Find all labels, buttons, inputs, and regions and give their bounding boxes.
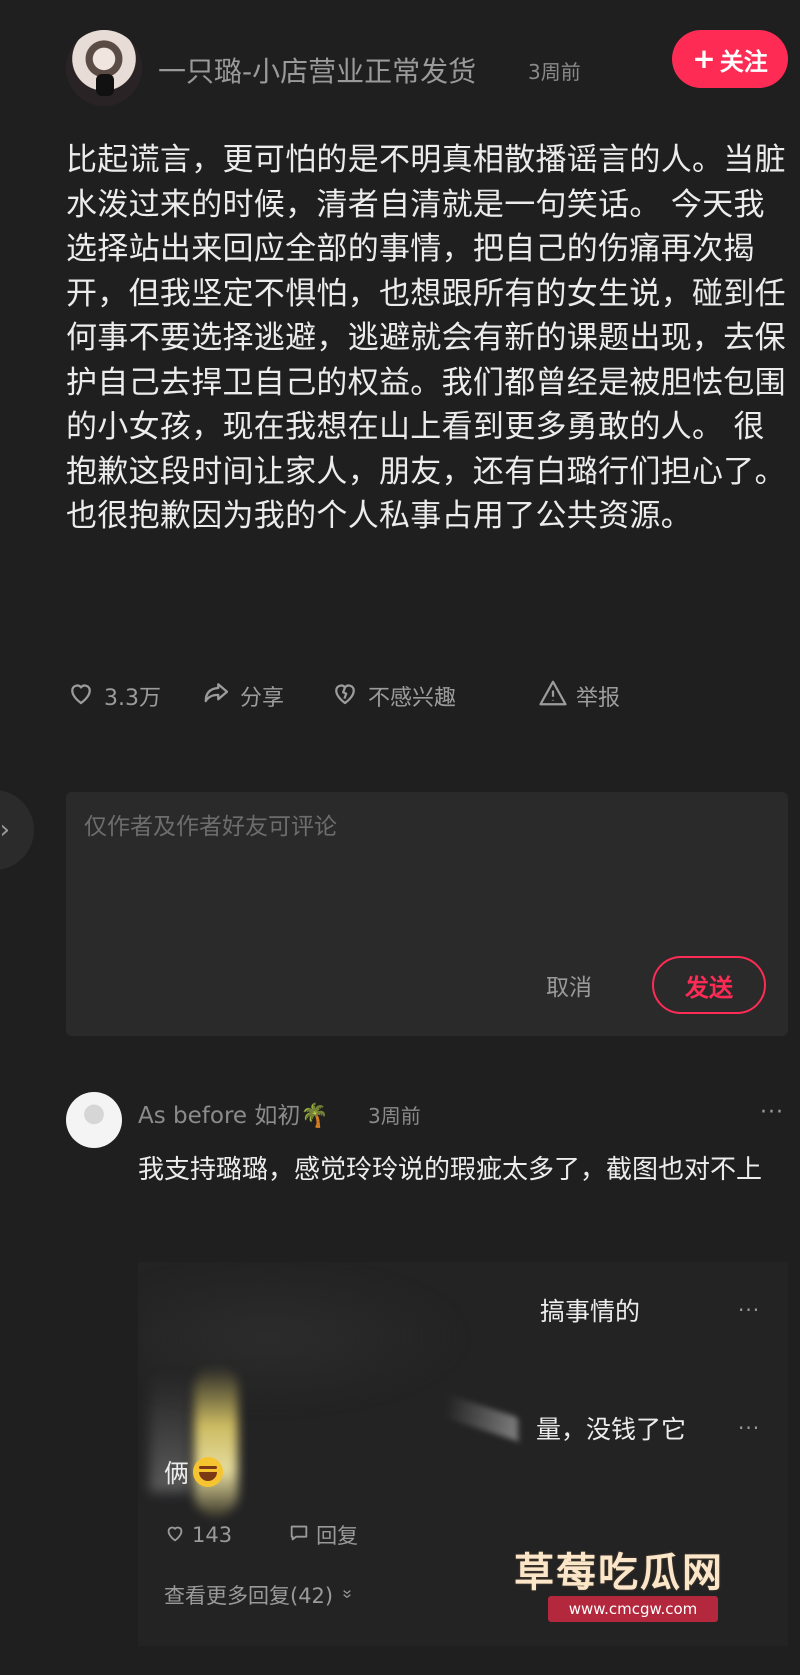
- more-replies-text: 查看更多回复(42): [164, 1584, 334, 1608]
- comment-bubble-icon: [288, 1522, 310, 1549]
- image-text-line: 搞事情的: [540, 1297, 641, 1326]
- author-name[interactable]: 一只璐-小店营业正常发货: [158, 50, 476, 90]
- image-more-replies: 查看更多回复(42): [164, 1580, 355, 1610]
- like-button[interactable]: 3.3万: [66, 676, 161, 716]
- image-reply-label: 回复: [316, 1524, 359, 1548]
- post-actions: 3.3万 分享 不感兴趣 举报: [66, 676, 766, 716]
- comment-more-button[interactable]: ···: [760, 1100, 784, 1125]
- broken-heart-icon: [330, 678, 360, 714]
- chevron-double-down-icon: [339, 1583, 355, 1607]
- comment-text: 我支持璐璐，感觉玲玲说的瑕疵太多了，截图也对不上: [138, 1155, 763, 1185]
- heart-icon: [164, 1522, 186, 1549]
- commenter-avatar[interactable]: [66, 1092, 122, 1148]
- image-more-icon: ···: [738, 1416, 761, 1440]
- follow-label: 关注: [719, 47, 768, 76]
- image-text: 俩: [164, 1459, 190, 1488]
- share-button[interactable]: 分享: [202, 676, 284, 716]
- plus-icon: +: [692, 42, 716, 75]
- comment-input[interactable]: [82, 806, 766, 848]
- follow-button[interactable]: + 关注: [672, 30, 788, 88]
- image-reply: 回复: [288, 1520, 358, 1550]
- post-body-text: 比起谎言，更可怕的是不明真相散播谣言的人。当脏水泼过来的时候，清者自清就是一句笑…: [66, 142, 786, 534]
- watermark-url: www.cmcgw.com: [548, 1596, 718, 1622]
- commenter-name[interactable]: As before 如初🌴: [138, 1096, 329, 1130]
- image-more-icon: ···: [738, 1298, 761, 1322]
- share-label: 分享: [240, 686, 285, 711]
- image-text-line: 量，没钱了它: [536, 1415, 687, 1444]
- blurred-glow: [194, 1366, 238, 1516]
- author-avatar[interactable]: [66, 30, 142, 106]
- like-count: 3.3万: [104, 686, 161, 711]
- image-like: 143: [164, 1520, 232, 1550]
- comment-time: 3周前: [368, 1104, 421, 1128]
- share-icon: [202, 678, 232, 714]
- side-expand-button[interactable]: ›: [0, 790, 34, 870]
- heart-icon: [66, 678, 96, 714]
- send-button[interactable]: 发送: [652, 956, 766, 1014]
- post-header: 一只璐-小店营业正常发货 3周前 + 关注: [66, 30, 788, 106]
- blurred-streak: [448, 1394, 518, 1442]
- cancel-button[interactable]: 取消: [546, 968, 592, 1002]
- report-button[interactable]: 举报: [538, 676, 620, 716]
- image-like-count: 143: [192, 1523, 233, 1547]
- image-text-line: 俩: [164, 1454, 224, 1490]
- not-interested-label: 不感兴趣: [368, 686, 457, 711]
- comment-box: 取消 发送: [66, 792, 788, 1036]
- not-interested-button[interactable]: 不感兴趣: [330, 676, 456, 716]
- post-time: 3周前: [528, 60, 581, 84]
- warning-icon: [538, 678, 568, 714]
- image-actions: 143 回复: [164, 1520, 358, 1550]
- watermark-title: 草莓吃瓜网: [514, 1550, 724, 1596]
- laughing-emoji-icon: [193, 1457, 224, 1487]
- chevron-right-icon: ›: [0, 815, 10, 845]
- report-label: 举报: [576, 686, 621, 711]
